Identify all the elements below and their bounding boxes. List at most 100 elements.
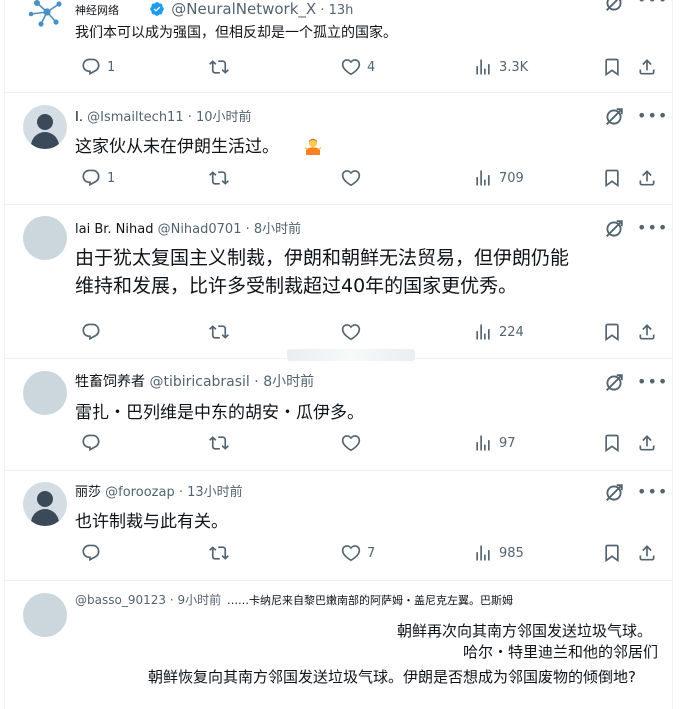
avatar[interactable] — [23, 216, 67, 260]
retweet-button[interactable] — [209, 166, 235, 190]
like-button[interactable]: 4 — [341, 55, 375, 79]
like-count: 7 — [367, 545, 376, 561]
meta-separator: · — [254, 374, 259, 390]
like-button[interactable] — [341, 431, 367, 455]
tweet-text-line: 由于犹太复国主义制裁，伊朗和朝鲜无法贸易，但伊朗仍能 — [75, 247, 570, 269]
tweet-1[interactable]: I. @Ismailtech11 · 10小时前 ••• 这家伙从未在伊朗生活过… — [5, 92, 672, 205]
author-handle[interactable]: @Nihad0701 — [158, 222, 242, 237]
views-button[interactable]: 3.3K — [473, 55, 528, 79]
post-time[interactable]: 13h — [329, 3, 354, 18]
tweet-meta: @basso_90123 · 9小时前 ……卡纳尼来自黎巴嫩南部的阿萨姆・盖尼克… — [75, 591, 513, 608]
post-time[interactable]: 9小时前 — [177, 593, 221, 607]
tweet-2[interactable]: lai Br. Nihad @Nihad0701 · 8小时前 ••• 由于犹太… — [5, 204, 672, 359]
views-count: 985 — [499, 545, 524, 561]
bookmark-button[interactable] — [602, 431, 622, 455]
retweet-button[interactable] — [209, 431, 235, 455]
tweet-text: 雷扎・巴列维是中东的胡安・瓜伊多。 — [75, 403, 364, 423]
tweet-meta: 牲畜饲养者 @tibiricabrasil · 8小时前 — [75, 371, 314, 391]
views-icon — [473, 322, 493, 342]
author-handle[interactable]: @Ismailtech11 — [87, 110, 183, 125]
retweet-button[interactable] — [209, 541, 235, 565]
avatar[interactable] — [23, 593, 67, 637]
action-bar: 224 — [75, 320, 665, 344]
share-button[interactable] — [637, 166, 657, 190]
like-count: 4 — [367, 59, 376, 75]
like-button[interactable] — [341, 166, 367, 190]
views-count: 709 — [499, 170, 524, 186]
grok-icon[interactable] — [603, 482, 625, 504]
loading-placeholder — [287, 349, 415, 361]
bookmark-icon — [602, 433, 622, 453]
tweet-meta: I. @Ismailtech11 · 10小时前 — [75, 106, 252, 125]
retweet-button[interactable] — [209, 55, 235, 79]
reply-icon — [81, 168, 101, 188]
reply-button[interactable] — [81, 431, 107, 455]
tweet-text-trail: ……卡纳尼来自黎巴嫩南部的阿萨姆・盖尼克左翼。巴斯姆 — [226, 594, 513, 607]
tweet-meta: 丽莎 @foroozap · 13小时前 — [75, 481, 243, 500]
tweet-text-line: 维持和发展，比许多受制裁超过40年的国家更优秀。 — [75, 275, 518, 297]
more-options-icon[interactable]: ••• — [637, 106, 668, 125]
reply-button[interactable]: 1 — [81, 55, 115, 79]
share-button[interactable] — [637, 431, 657, 455]
post-time[interactable]: 8小时前 — [263, 374, 314, 390]
share-button[interactable] — [637, 541, 657, 565]
like-button[interactable]: 7 — [341, 541, 375, 565]
author-handle[interactable]: @foroozap — [105, 485, 175, 500]
grok-icon[interactable] — [603, 0, 625, 14]
avatar[interactable] — [23, 482, 67, 526]
more-options-icon[interactable]: ••• — [637, 218, 668, 237]
bookmark-button[interactable] — [602, 320, 622, 344]
reply-button[interactable] — [81, 541, 107, 565]
views-button[interactable]: 985 — [473, 541, 524, 565]
tweet-text: 由于犹太复国主义制裁，伊朗和朝鲜无法贸易，但伊朗仍能 维持和发展，比许多受制裁超… — [75, 244, 569, 300]
grok-icon[interactable] — [603, 106, 625, 128]
avatar[interactable] — [23, 371, 67, 415]
author-name[interactable]: lai Br. Nihad — [75, 222, 153, 237]
tweet-0[interactable]: 神经网络 @NeuralNetwork_X · 13h ••• 我们本可以成为强… — [5, 0, 672, 93]
reply-count: 1 — [107, 170, 116, 186]
author-handle[interactable]: @NeuralNetwork_X — [171, 0, 316, 18]
share-button[interactable] — [637, 320, 657, 344]
meta-separator: · — [169, 593, 174, 607]
reply-button[interactable]: 1 — [81, 166, 115, 190]
avatar[interactable] — [23, 105, 67, 149]
author-handle[interactable]: @basso_90123 — [75, 593, 166, 607]
meta-separator: · — [245, 222, 250, 237]
tweet-text: 我们本可以成为强国，但相反却是一个孤立的国家。 — [75, 25, 397, 41]
author-name[interactable]: 牲畜饲养者 — [75, 374, 145, 390]
grok-icon[interactable] — [603, 218, 625, 240]
tweet-5[interactable]: @basso_90123 · 9小时前 ……卡纳尼来自黎巴嫩南部的阿萨姆・盖尼克… — [5, 580, 672, 709]
tweet-text-content: 这家伙从未在伊朗生活过。 — [75, 137, 279, 157]
views-icon — [473, 543, 493, 563]
views-button[interactable]: 709 — [473, 166, 524, 190]
tweet-4[interactable]: 丽莎 @foroozap · 13小时前 ••• 也许制裁与此有关。 7 985 — [5, 470, 672, 581]
share-button[interactable] — [637, 55, 657, 79]
grok-icon[interactable] — [603, 372, 625, 394]
post-time[interactable]: 13小时前 — [187, 485, 243, 500]
like-button[interactable] — [341, 320, 367, 344]
author-name[interactable]: 丽莎 — [75, 485, 101, 500]
author-name[interactable]: I. — [75, 110, 83, 125]
views-button[interactable]: 97 — [473, 431, 516, 455]
author-handle[interactable]: @tibiricabrasil — [149, 374, 249, 390]
retweet-button[interactable] — [209, 320, 235, 344]
bookmark-button[interactable] — [602, 541, 622, 565]
more-options-icon[interactable]: ••• — [637, 0, 668, 9]
bookmark-button[interactable] — [602, 55, 622, 79]
views-button[interactable]: 224 — [473, 320, 524, 344]
post-time[interactable]: 8小时前 — [254, 222, 301, 237]
tweet-meta: 神经网络 @NeuralNetwork_X · 13h — [75, 0, 353, 18]
heart-icon — [341, 433, 361, 453]
more-options-icon[interactable]: ••• — [637, 482, 668, 501]
more-options-icon[interactable]: ••• — [637, 372, 668, 391]
reply-button[interactable] — [81, 320, 107, 344]
bookmark-button[interactable] — [602, 166, 622, 190]
bookmark-icon — [602, 168, 622, 188]
author-name[interactable]: 神经网络 — [75, 4, 119, 17]
verified-badge-icon — [149, 1, 165, 17]
tweet-3[interactable]: 牲畜饲养者 @tibiricabrasil · 8小时前 ••• 雷扎・巴列维是… — [5, 358, 672, 471]
post-time[interactable]: 10小时前 — [196, 110, 252, 125]
meta-separator: · — [187, 110, 192, 125]
action-bar: 97 — [75, 431, 665, 455]
neural-network-logo-avatar[interactable] — [23, 0, 67, 34]
